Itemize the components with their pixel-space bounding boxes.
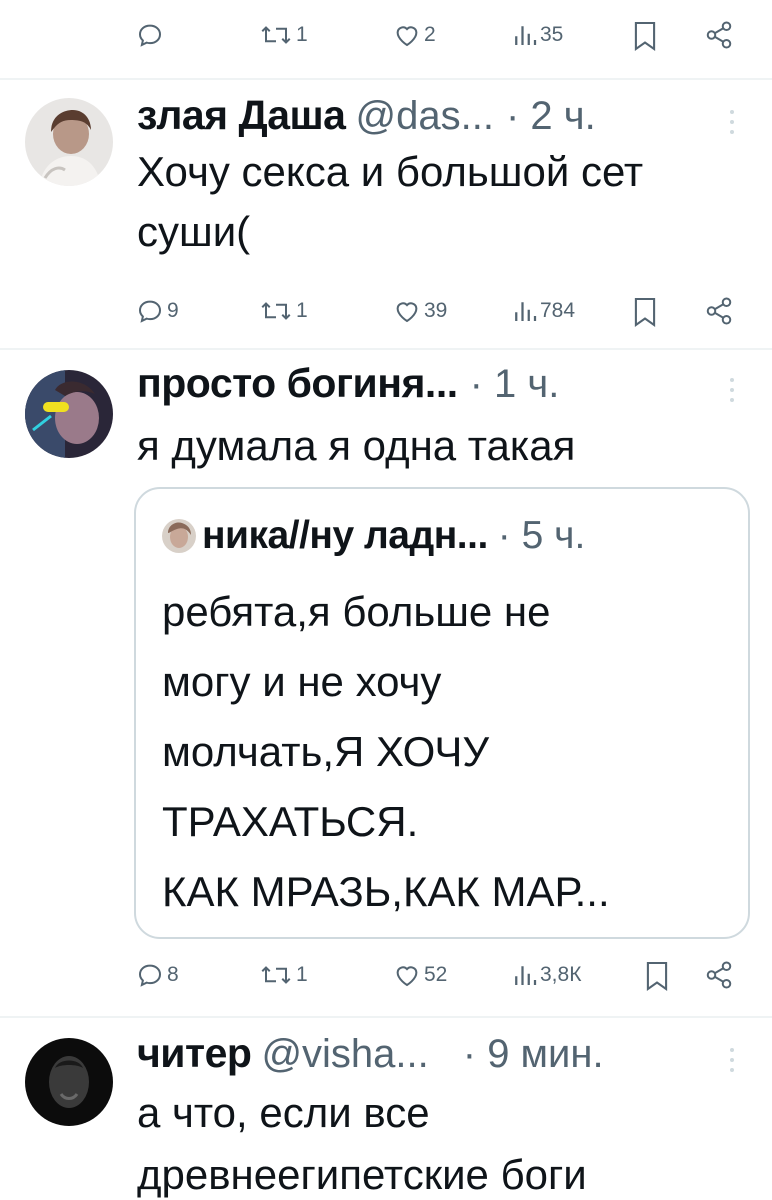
like-button[interactable]: 2 [392, 20, 436, 50]
bookmark-button[interactable] [632, 20, 658, 52]
reply-button[interactable] [135, 20, 167, 50]
tweet-text: а что, если все древнеегипетские боги [137, 1089, 587, 1198]
timestamp[interactable]: · 2 ч. [506, 94, 596, 139]
reply-icon [138, 24, 162, 47]
bookmark-button[interactable] [632, 296, 658, 328]
reply-count: 8 [167, 963, 179, 986]
retweet-icon [261, 302, 291, 320]
avatar[interactable] [25, 370, 113, 458]
action-bar: 9 1 39 784 [0, 296, 772, 336]
share-icon [706, 961, 732, 989]
bookmark-icon [634, 297, 656, 328]
share-button[interactable] [704, 960, 734, 990]
views-count: 784 [540, 299, 576, 322]
reply-icon [138, 964, 162, 987]
display-name[interactable]: просто богиня... [137, 360, 458, 407]
reply-icon [138, 300, 162, 323]
tweet-text: я думала я одна такая [137, 422, 576, 469]
views-count: 3,8К [540, 963, 582, 986]
more-icon[interactable] [730, 110, 736, 134]
views-icon [515, 302, 537, 321]
views-icon [515, 966, 537, 985]
bookmark-icon [646, 961, 668, 992]
heart-icon [396, 26, 418, 47]
like-button[interactable]: 39 [392, 296, 447, 326]
bookmark-button[interactable] [644, 960, 670, 992]
username[interactable]: @visha... [261, 1032, 428, 1077]
share-button[interactable] [704, 20, 734, 50]
username[interactable]: @das... [356, 94, 494, 139]
views-icon [515, 26, 537, 45]
reply-button[interactable]: 8 [135, 960, 179, 990]
avatar[interactable] [25, 1038, 113, 1126]
tweet[interactable]: злая Даша @das... · 2 ч. Хочу секса и бо… [0, 80, 772, 348]
tweet[interactable]: просто богиня... · 1 ч. я думала я одна … [0, 350, 772, 1016]
like-count: 52 [424, 963, 448, 986]
retweet-button[interactable]: 1 [258, 960, 308, 990]
retweet-button[interactable]: 1 [258, 296, 308, 326]
bookmark-icon [634, 21, 656, 52]
views-button[interactable]: 3,8К [512, 960, 581, 990]
quoted-timestamp: · 5 ч. [497, 514, 586, 557]
retweet-icon [261, 26, 291, 44]
reply-count: 9 [167, 299, 179, 322]
more-icon[interactable] [730, 378, 736, 402]
like-count: 2 [424, 23, 436, 46]
retweet-icon [261, 966, 291, 984]
views-button[interactable]: 784 [512, 296, 575, 326]
quoted-avatar [162, 519, 196, 553]
tweet[interactable]: читер @visha... · 9 мин. а что, если все… [0, 1018, 772, 1200]
action-bar-top: 1 2 35 [0, 20, 772, 60]
share-icon [706, 297, 732, 325]
retweet-count: 1 [296, 963, 308, 986]
timestamp[interactable]: · 1 ч. [470, 362, 560, 407]
tweet-header: читер @visha... · 9 мин. [137, 1030, 732, 1082]
display-name[interactable]: злая Даша [137, 92, 346, 139]
heart-icon [396, 966, 418, 987]
views-button[interactable]: 35 [512, 20, 563, 50]
like-count: 39 [424, 299, 448, 322]
quoted-tweet[interactable]: ника//ну ладн... · 5 ч. ребята,я больше … [134, 487, 750, 939]
quoted-tweet-header: ника//ну ладн... · 5 ч. [162, 511, 585, 561]
retweet-count: 1 [296, 299, 308, 322]
tweet-text: Хочу секса и большой сет суши( [137, 148, 644, 255]
avatar[interactable] [25, 98, 113, 186]
action-bar: 8 1 52 3,8К [0, 960, 772, 1000]
share-icon [706, 21, 732, 49]
heart-icon [396, 302, 418, 323]
reply-button[interactable]: 9 [135, 296, 179, 326]
timestamp[interactable]: · 9 мин. [463, 1032, 604, 1077]
share-button[interactable] [704, 296, 734, 326]
tweet-header: просто богиня... · 1 ч. [137, 360, 732, 412]
retweet-button[interactable]: 1 [258, 20, 308, 50]
views-count: 35 [540, 23, 564, 46]
tweet-header: злая Даша @das... · 2 ч. [137, 92, 732, 144]
display-name[interactable]: читер [137, 1030, 252, 1077]
like-button[interactable]: 52 [392, 960, 447, 990]
more-icon[interactable] [730, 1048, 736, 1072]
quoted-display-name: ника//ну ладн... [202, 514, 488, 557]
retweet-count: 1 [296, 23, 308, 46]
quoted-tweet-text: ребята,я больше не могу и не хочу молчат… [162, 588, 610, 915]
